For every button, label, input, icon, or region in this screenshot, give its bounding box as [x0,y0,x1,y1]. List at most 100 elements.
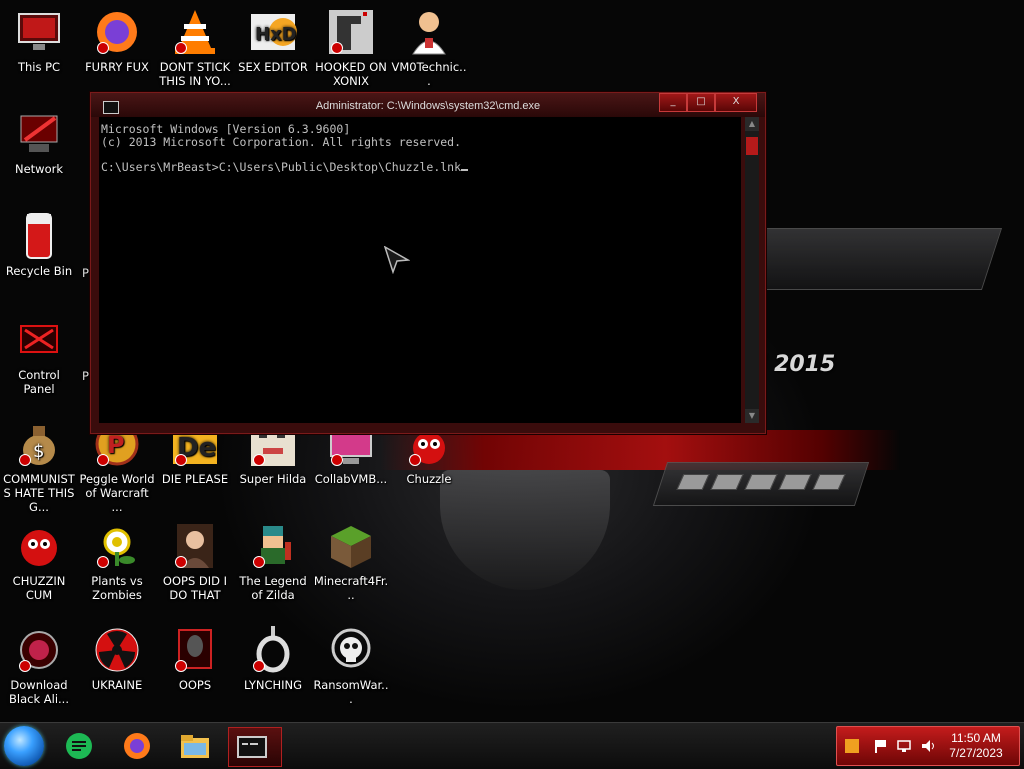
desktop-icon-sex-editor[interactable]: HxD SEX EDITOR [234,8,312,74]
shortcut-arrow-icon [331,42,343,54]
volume-icon[interactable] [921,739,935,753]
icon-label: OOPS DID I DO THAT [162,574,228,602]
system-tray: 11:50 AM 7/27/2023 [836,726,1020,766]
hxd-editor-icon: HxD [249,8,297,56]
desktop-icon-minecraft[interactable]: Minecraft4Fr... [312,522,390,602]
icon-label: VM0Technic... [391,60,467,88]
wallpaper-alien-mask [440,470,610,590]
shortcut-arrow-icon [175,660,187,672]
desktop-icon-download-black-alien[interactable]: Download Black Ali... [0,626,78,706]
clock-date: 7/27/2023 [949,746,1003,760]
plants-vs-zombies-icon [93,522,141,570]
scroll-up-icon[interactable]: ▲ [745,117,759,131]
technician-person-icon [405,8,453,56]
icon-label: DIE PLEASE [161,472,229,486]
desktop-icon-control-panel[interactable]: Control Panel [0,316,78,396]
vertical-scrollbar[interactable]: ▲ ▼ [745,117,759,423]
scroll-down-icon[interactable]: ▼ [745,409,759,423]
taskbar-command-prompt[interactable] [228,727,282,767]
money-bag-icon: $ [15,420,63,468]
minimize-button[interactable]: _ [659,93,687,112]
icon-label: CHUZZIN CUM [12,574,66,602]
flag-icon[interactable] [873,739,887,753]
noose-icon [249,626,297,674]
svg-text:HxD: HxD [255,24,297,45]
control-panel-icon [15,316,63,364]
vlc-cone-icon [171,8,219,56]
desktop-icon-hooked-on-xonix[interactable]: HOOKED ON XONIX [312,8,390,88]
icon-label: Minecraft4Fr... [313,574,389,602]
wallpaper-bars [676,474,846,490]
scrollbar-thumb[interactable] [746,137,758,155]
shortcut-arrow-icon [175,454,187,466]
shortcut-arrow-icon [97,454,109,466]
shortcut-arrow-icon [253,454,265,466]
alienware-icon [171,626,219,674]
icon-label: SEX EDITOR [238,60,308,74]
firefox-icon [124,733,150,759]
icon-label: UKRAINE [91,678,143,692]
icon-label: The Legend of Zilda [239,574,307,602]
icon-label: FURRY FUX [85,60,149,74]
shortcut-arrow-icon [175,556,187,568]
close-button[interactable]: X [715,93,757,112]
desktop-icon-vm0technician[interactable]: VM0Technic... [390,8,468,88]
icon-label: Network [14,162,64,176]
network-icon [15,110,63,158]
zelda-sprite-icon [249,522,297,570]
cmd-icon [237,736,267,758]
desktop-icon-plants-vs-zombies[interactable]: Plants vs Zombies [78,522,156,602]
shortcut-arrow-icon [97,42,109,54]
desktop-icon-dont-stick[interactable]: DONT STICK THIS IN YO... [156,8,234,88]
svg-text:$: $ [33,441,44,462]
shortcut-arrow-icon [19,454,31,466]
taskbar: 11:50 AM 7/27/2023 [0,722,1024,769]
start-orb-icon[interactable] [4,726,44,766]
icon-label: Plants vs Zombies [91,574,143,602]
desktop-icon-lynching[interactable]: LYNCHING [234,626,312,692]
xonix-game-icon [327,8,375,56]
icon-label: Recycle Bin [5,264,73,278]
cmd-window[interactable]: Administrator: C:\Windows\system32\cmd.e… [90,92,766,434]
computer-icon [15,8,63,56]
desktop-icon-peggle-wow[interactable]: P Peggle World of Warcraft ... [78,420,156,514]
taskbar-chat-app[interactable] [56,727,102,765]
shortcut-arrow-icon [253,660,265,672]
icon-label: COMMUNISTS HATE THIS G... [3,472,75,514]
desktop-icon-this-pc[interactable]: This PC [0,8,78,74]
chuzzle-red-icon [15,522,63,570]
desktop-icon-ransomware[interactable]: RansomWar... [312,626,390,706]
notification-icon[interactable] [845,739,859,753]
skull-icon [327,626,375,674]
text-cursor [461,168,469,171]
console-output[interactable]: Microsoft Windows [Version 6.3.9600] (c)… [99,117,741,423]
icon-label: HOOKED ON XONIX [315,60,387,88]
maximize-button[interactable]: □ [687,93,715,112]
desktop-icon-recycle-bin[interactable]: Recycle Bin [0,212,78,278]
desktop-icon-furry-fux[interactable]: FURRY FUX [78,8,156,74]
desktop-icon-ukraine[interactable]: UKRAINE [78,626,156,692]
minecraft-block-icon [327,522,375,570]
shortcut-arrow-icon [409,454,421,466]
desktop-icon-oops-did-i[interactable]: OOPS DID I DO THAT [156,522,234,602]
icon-label: LYNCHING [243,678,303,692]
icon-label: Super Hilda [239,472,307,486]
taskbar-firefox[interactable] [114,727,160,765]
taskbar-file-explorer[interactable] [172,727,218,765]
desktop-icon-chuzzin-cum[interactable]: CHUZZIN CUM [0,522,78,602]
svg-text:P: P [107,431,125,459]
console-line: (c) 2013 Microsoft Corporation. All righ… [101,134,462,149]
clock[interactable]: 11:50 AM 7/27/2023 [941,731,1011,761]
desktop-icon-network[interactable]: Network [0,110,78,176]
icon-label: Peggle World of Warcraft ... [79,472,155,514]
window-controls: _ □ X [659,93,757,112]
icon-label: Download Black Ali... [9,678,69,706]
desktop-icon-legend-of-zilda[interactable]: The Legend of Zilda [234,522,312,602]
network-tray-icon[interactable] [897,739,911,753]
shortcut-arrow-icon [175,42,187,54]
desktop-icon-communists[interactable]: $ COMMUNISTS HATE THIS G... [0,420,78,514]
cmd-titlebar[interactable]: Administrator: C:\Windows\system32\cmd.e… [91,93,765,117]
desktop-icon-oops[interactable]: OOPS [156,626,234,692]
recycle-bin-icon [15,212,63,260]
chat-bubble-icon [66,733,92,759]
